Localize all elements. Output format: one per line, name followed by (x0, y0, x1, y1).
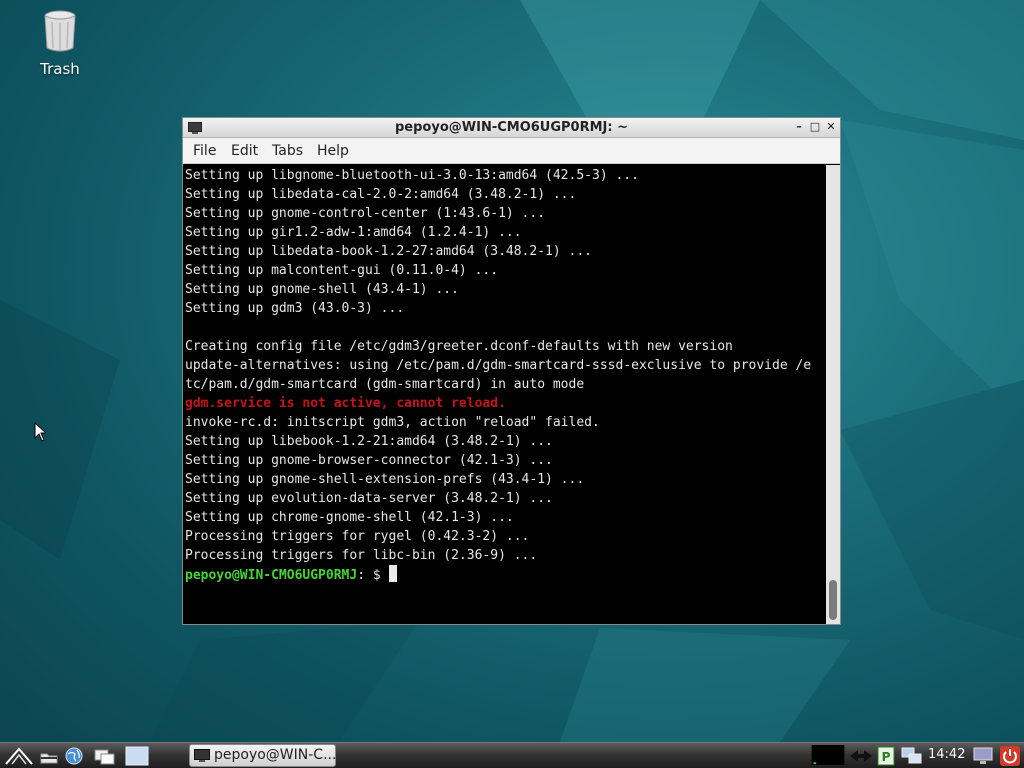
terminal-line: Setting up gnome-browser-connector (42.1… (185, 453, 553, 468)
terminal-line: Setting up gir1.2-adw-1:amd64 (1.2.4-1) … (185, 225, 522, 240)
terminal-line: Processing triggers for rygel (0.42.3-2)… (185, 529, 530, 544)
web-browser-icon[interactable] (64, 746, 84, 766)
terminal-line: Setting up gnome-control-center (1:43.6-… (185, 206, 546, 221)
terminal-line: Creating config file /etc/gdm3/greeter.d… (185, 339, 733, 354)
taskbar: pepoyo@WIN-C... P 14:42 (0, 742, 1024, 768)
close-icon[interactable]: ✕ (824, 120, 838, 134)
file-manager-icon[interactable] (39, 746, 59, 766)
menu-tabs[interactable]: Tabs (272, 143, 303, 159)
scrollbar-thumb[interactable] (829, 580, 837, 620)
terminal-line: Processing triggers for libc-bin (2.36-9… (185, 548, 538, 563)
task-label: pepoyo@WIN-C... (214, 747, 336, 763)
terminal-line: Setting up gnome-shell-extension-prefs (… (185, 472, 585, 487)
terminal-window[interactable]: pepoyo@WIN-CMO6UGP0RMJ: ~ – □ ✕ File Edi… (182, 117, 841, 625)
maximize-icon[interactable]: □ (808, 120, 822, 134)
terminal-output[interactable]: Setting up libgnome-bluetooth-ui-3.0-13:… (183, 165, 826, 624)
menu-help[interactable]: Help (317, 143, 349, 159)
prompt-line[interactable]: pepoyo@WIN-CMO6UGP0RMJ: $ (185, 565, 397, 584)
terminal-line: Setting up gdm3 (43.0-3) ... (185, 301, 405, 316)
terminal-line: Setting up libebook-1.2-21:amd64 (3.48.2… (185, 434, 553, 449)
network-status-icon[interactable] (900, 746, 924, 766)
terminal-line: Setting up libgnome-bluetooth-ui-3.0-13:… (185, 168, 639, 183)
terminal-line: Setting up libedata-book-1.2-27:amd64 (3… (185, 244, 592, 259)
text-cursor (388, 565, 397, 582)
terminal-line: Setting up chrome-gnome-shell (42.1-3) .… (185, 510, 514, 525)
power-icon[interactable] (999, 746, 1021, 766)
svg-text:P: P (882, 750, 891, 764)
terminal-task-icon (194, 749, 210, 762)
terminal-line: Setting up gnome-shell (43.4-1) ... (185, 282, 459, 297)
terminal-line: Setting up libedata-cal-2.0-2:amd64 (3.4… (185, 187, 577, 202)
network-arrows-icon[interactable] (848, 746, 874, 766)
trash-label: Trash (40, 60, 80, 78)
terminal-line: Setting up malcontent-gui (0.11.0-4) ... (185, 263, 499, 278)
window-titlebar[interactable]: pepoyo@WIN-CMO6UGP0RMJ: ~ – □ ✕ (183, 118, 840, 138)
menu-edit[interactable]: Edit (231, 143, 258, 159)
mouse-pointer-icon (34, 422, 46, 442)
menu-file[interactable]: File (193, 143, 216, 159)
clock[interactable]: 14:42 (928, 747, 965, 762)
trash-desktop-icon[interactable]: Trash (24, 10, 96, 78)
start-menu-icon[interactable] (4, 746, 34, 766)
terminal-line: update-alternatives: using /etc/pam.d/gd… (185, 358, 812, 373)
prompt-symbol: : $ (357, 568, 389, 583)
task-terminal-button[interactable]: pepoyo@WIN-C... (189, 744, 336, 767)
prompt-user: pepoyo@WIN-CMO6UGP0RMJ (185, 568, 358, 583)
cpu-monitor-icon[interactable] (810, 745, 846, 765)
terminal-line: invoke-rc.d: initscript gdm3, action "re… (185, 415, 600, 430)
terminal-error-line: gdm.service is not active, cannot reload… (185, 396, 506, 411)
menu-bar: File Edit Tabs Help (183, 138, 840, 164)
show-desktop-icon[interactable] (94, 746, 116, 766)
minimize-icon[interactable]: – (792, 120, 806, 134)
clipboard-p-icon[interactable]: P (876, 746, 896, 766)
workspace-icon[interactable] (125, 746, 149, 766)
display-settings-icon[interactable] (972, 746, 994, 766)
terminal-scrollbar[interactable] (826, 165, 840, 624)
terminal-line: tc/pam.d/gdm-smartcard (gdm-smartcard) i… (185, 377, 585, 392)
trash-icon (44, 10, 76, 52)
terminal-line: Setting up evolution-data-server (3.48.2… (185, 491, 553, 506)
window-title: pepoyo@WIN-CMO6UGP0RMJ: ~ (395, 120, 628, 135)
